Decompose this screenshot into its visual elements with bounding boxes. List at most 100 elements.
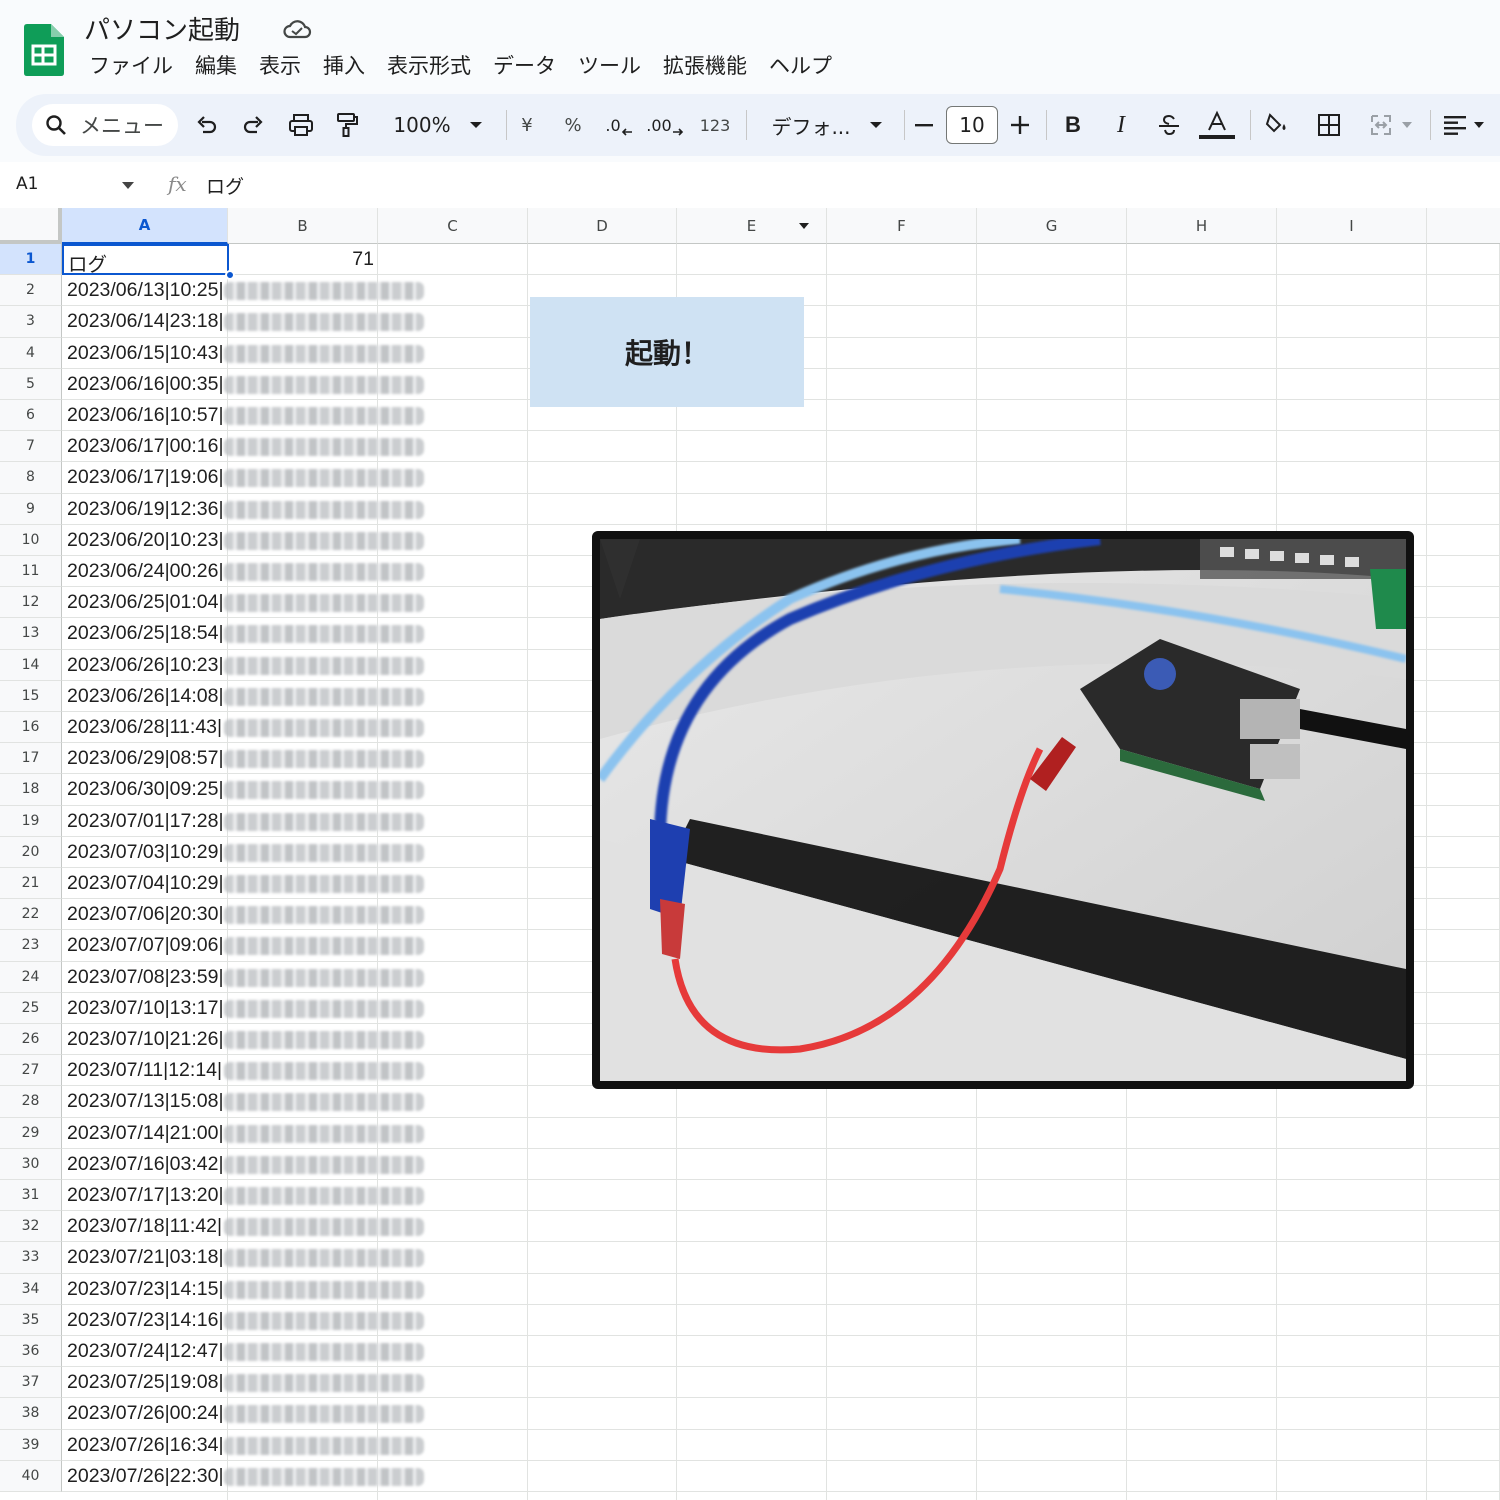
row-header[interactable]: 40 <box>0 1460 62 1492</box>
row-header[interactable]: 31 <box>0 1180 62 1212</box>
start-drawing-button[interactable]: 起動！ <box>530 297 804 407</box>
row-header[interactable]: 24 <box>0 961 62 993</box>
row-header[interactable]: 23 <box>0 930 62 962</box>
decrease-font-size-button[interactable] <box>906 94 942 156</box>
log-entry-cell[interactable]: 2023/07/06|20:30| <box>67 903 224 926</box>
log-entry-cell[interactable]: 2023/07/21|03:18| <box>67 1246 224 1269</box>
menu-extensions[interactable]: 拡張機能 <box>652 50 758 80</box>
menu-file[interactable]: ファイル <box>78 50 184 80</box>
cloud-saved-icon[interactable] <box>282 18 312 40</box>
filter-dropdown-icon[interactable] <box>798 222 810 230</box>
row-header[interactable]: 1 <box>0 244 62 276</box>
row-header[interactable]: 3 <box>0 306 62 338</box>
row-header[interactable]: 2 <box>0 275 62 307</box>
log-entry-cell[interactable]: 2023/07/18|11:42| <box>67 1215 222 1238</box>
row-header[interactable]: 17 <box>0 743 62 775</box>
menu-help[interactable]: ヘルプ <box>758 50 843 80</box>
row-header[interactable]: 11 <box>0 556 62 588</box>
row-header[interactable]: 4 <box>0 337 62 369</box>
log-entry-cell[interactable]: 2023/06/13|10:25| <box>67 279 224 302</box>
row-header[interactable]: 22 <box>0 899 62 931</box>
log-entry-cell[interactable]: 2023/06/14|23:18| <box>67 310 224 333</box>
log-entry-cell[interactable]: 2023/06/17|19:06| <box>67 466 224 489</box>
column-header-e[interactable]: E <box>677 208 827 244</box>
column-header-b[interactable]: B <box>228 208 378 244</box>
row-header[interactable]: 7 <box>0 431 62 463</box>
number-format-button[interactable]: 123 <box>692 94 738 156</box>
row-header[interactable]: 37 <box>0 1367 62 1399</box>
currency-format-button[interactable]: ¥ <box>504 94 550 156</box>
row-header[interactable]: 30 <box>0 1148 62 1180</box>
row-header[interactable]: 13 <box>0 618 62 650</box>
log-entry-cell[interactable]: 2023/07/11|12:14| <box>67 1059 222 1082</box>
menu-insert[interactable]: 挿入 <box>312 50 376 80</box>
row-header[interactable]: 14 <box>0 649 62 681</box>
fill-handle[interactable] <box>225 270 235 280</box>
font-size-input[interactable]: 10 <box>946 106 998 144</box>
row-header[interactable]: 25 <box>0 992 62 1024</box>
column-header-g[interactable]: G <box>977 208 1127 244</box>
log-entry-cell[interactable]: 2023/07/07|09:06| <box>67 934 224 957</box>
row-header[interactable]: 20 <box>0 836 62 868</box>
row-header[interactable]: 29 <box>0 1117 62 1149</box>
row-header[interactable]: 19 <box>0 805 62 837</box>
strikethrough-button[interactable] <box>1148 94 1190 156</box>
log-entry-cell[interactable]: 2023/07/26|16:34| <box>67 1434 224 1457</box>
column-header-d[interactable]: D <box>528 208 677 244</box>
increase-font-size-button[interactable] <box>1002 94 1038 156</box>
row-header[interactable]: 27 <box>0 1055 62 1087</box>
row-header[interactable]: 34 <box>0 1273 62 1305</box>
log-entry-cell[interactable]: 2023/06/30|09:25| <box>67 778 224 801</box>
log-entry-cell[interactable]: 2023/06/28|11:43| <box>67 716 222 739</box>
print-button[interactable] <box>282 94 320 156</box>
log-entry-cell[interactable]: 2023/06/16|00:35| <box>67 373 224 396</box>
italic-button[interactable]: I <box>1100 94 1142 156</box>
menu-search-button[interactable]: メニュー <box>32 104 178 146</box>
log-entry-cell[interactable]: 2023/07/03|10:29| <box>67 841 224 864</box>
log-entry-cell[interactable]: 2023/06/29|08:57| <box>67 747 224 770</box>
log-entry-cell[interactable]: 2023/06/20|10:23| <box>67 529 224 552</box>
row-header[interactable]: 5 <box>0 368 62 400</box>
paint-format-button[interactable] <box>328 94 366 156</box>
borders-button[interactable] <box>1308 94 1350 156</box>
column-header-h[interactable]: H <box>1127 208 1277 244</box>
row-header[interactable]: 12 <box>0 587 62 619</box>
fill-color-button[interactable] <box>1256 94 1298 156</box>
log-entry-cell[interactable]: 2023/06/25|01:04| <box>67 591 224 614</box>
name-box-dropdown-icon[interactable] <box>122 182 134 189</box>
column-header-f[interactable]: F <box>827 208 977 244</box>
select-all-corner[interactable] <box>0 208 62 244</box>
log-entry-cell[interactable]: 2023/07/16|03:42| <box>67 1153 224 1176</box>
font-family-select[interactable]: デフォ... <box>756 94 898 156</box>
log-entry-cell[interactable]: 2023/06/25|18:54| <box>67 622 224 645</box>
row-header[interactable]: 26 <box>0 1024 62 1056</box>
bold-button[interactable]: B <box>1052 94 1094 156</box>
log-entry-cell[interactable]: 2023/07/23|14:16| <box>67 1309 224 1332</box>
log-entry-cell[interactable]: 2023/07/25|19:08| <box>67 1371 224 1394</box>
column-header-a[interactable]: A <box>62 208 228 244</box>
row-header[interactable]: 28 <box>0 1086 62 1118</box>
log-entry-cell[interactable]: 2023/07/01|17:28| <box>67 810 224 833</box>
row-header[interactable]: 39 <box>0 1429 62 1461</box>
name-box[interactable]: A1 <box>16 174 38 194</box>
row-header[interactable]: 38 <box>0 1398 62 1430</box>
menu-edit[interactable]: 編集 <box>184 50 248 80</box>
row-header[interactable]: 21 <box>0 868 62 900</box>
log-entry-cell[interactable]: 2023/07/04|10:29| <box>67 872 224 895</box>
merge-cells-button[interactable] <box>1360 94 1422 156</box>
log-entry-cell[interactable]: 2023/06/16|10:57| <box>67 404 224 427</box>
decrease-decimal-button[interactable]: .0 <box>596 94 642 156</box>
cell-b1[interactable]: 71 <box>228 248 374 271</box>
percent-format-button[interactable]: % <box>550 94 596 156</box>
row-header[interactable]: 36 <box>0 1336 62 1368</box>
column-header-i[interactable]: I <box>1277 208 1427 244</box>
log-entry-cell[interactable]: 2023/06/19|12:36| <box>67 498 224 521</box>
log-entry-cell[interactable]: 2023/06/26|14:08| <box>67 685 224 708</box>
row-header[interactable]: 6 <box>0 400 62 432</box>
menu-tools[interactable]: ツール <box>567 50 652 80</box>
menu-view[interactable]: 表示 <box>248 50 312 80</box>
log-entry-cell[interactable]: 2023/06/26|10:23| <box>67 654 224 677</box>
log-entry-cell[interactable]: 2023/07/08|23:59| <box>67 966 224 989</box>
row-header[interactable]: 10 <box>0 524 62 556</box>
text-color-button[interactable] <box>1196 94 1238 156</box>
